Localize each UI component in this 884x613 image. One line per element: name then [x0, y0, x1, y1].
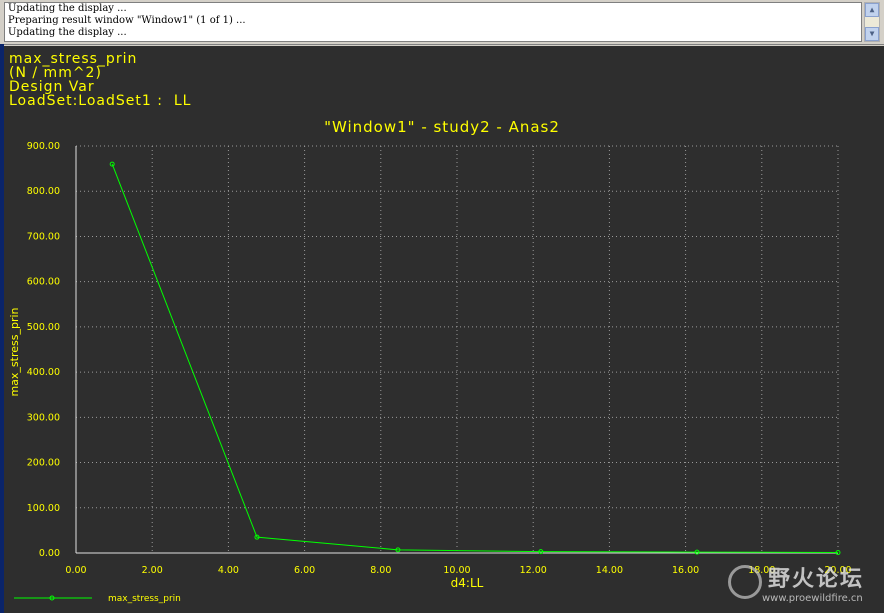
y-tick-label: 100.00	[27, 503, 60, 514]
line-chart: 0.00 2.00 4.00 6.00 8.00 10.00 12.00 14.00 16.00…	[8, 118, 852, 604]
y-tick-label: 600.00	[27, 277, 60, 288]
x-tick-label: 8.00	[370, 565, 391, 576]
y-tick-label: 800.00	[27, 186, 60, 197]
watermark-logo: 野火论坛 www.proewildfire.cn	[728, 561, 878, 609]
legend-label: max_stress_prin	[108, 594, 181, 604]
series-layer	[109, 161, 841, 556]
legend: max_stress_prin	[14, 594, 181, 604]
message-line: Updating the display ...	[8, 3, 127, 14]
axes	[75, 146, 838, 554]
x-tick-label: 4.00	[218, 565, 239, 576]
result-window[interactable]: max_stress_prin (N / mm^2) Design Var Lo…	[4, 46, 884, 613]
message-scrollbar[interactable]: ▲ ▼	[864, 2, 880, 42]
y-tick-label: 500.00	[27, 322, 60, 333]
y-tick-label: 900.00	[27, 141, 60, 152]
x-tick-label: 14.00	[596, 565, 623, 576]
series-line	[111, 163, 839, 554]
y-tick-label: 0.00	[39, 548, 60, 559]
x-tick-label: 2.00	[142, 565, 163, 576]
chart-title: "Window1" - study2 - Anas2	[324, 118, 560, 136]
y-tick-label: 200.00	[27, 458, 60, 469]
tick-labels: 0.00 2.00 4.00 6.00 8.00 10.00 12.00 14.00 16.00…	[27, 141, 852, 576]
x-tick-label: 0.00	[65, 565, 86, 576]
scroll-down-button[interactable]: ▼	[865, 27, 879, 41]
message-line: Updating the display ...	[8, 27, 127, 38]
y-tick-label: 300.00	[27, 412, 60, 423]
y-axis-label: max_stress_prin	[8, 307, 21, 396]
scroll-up-button[interactable]: ▲	[865, 3, 879, 17]
x-tick-label: 16.00	[672, 565, 699, 576]
y-tick-label: 700.00	[27, 231, 60, 242]
x-tick-label: 10.00	[443, 565, 470, 576]
grid-lines	[75, 145, 839, 554]
message-line: Preparing result window "Window1" (1 of …	[8, 15, 246, 26]
fire-logo-icon	[728, 565, 762, 599]
watermark-url: www.proewildfire.cn	[762, 593, 863, 604]
x-tick-label: 12.00	[520, 565, 547, 576]
message-log[interactable]: Updating the display ... Preparing resul…	[4, 2, 862, 42]
watermark-title: 野火论坛	[768, 567, 865, 592]
y-tick-label: 400.00	[27, 367, 60, 378]
x-axis-label: d4:LL	[451, 576, 484, 590]
x-tick-label: 6.00	[294, 565, 315, 576]
message-area: Updating the display ... Preparing resul…	[0, 0, 884, 45]
